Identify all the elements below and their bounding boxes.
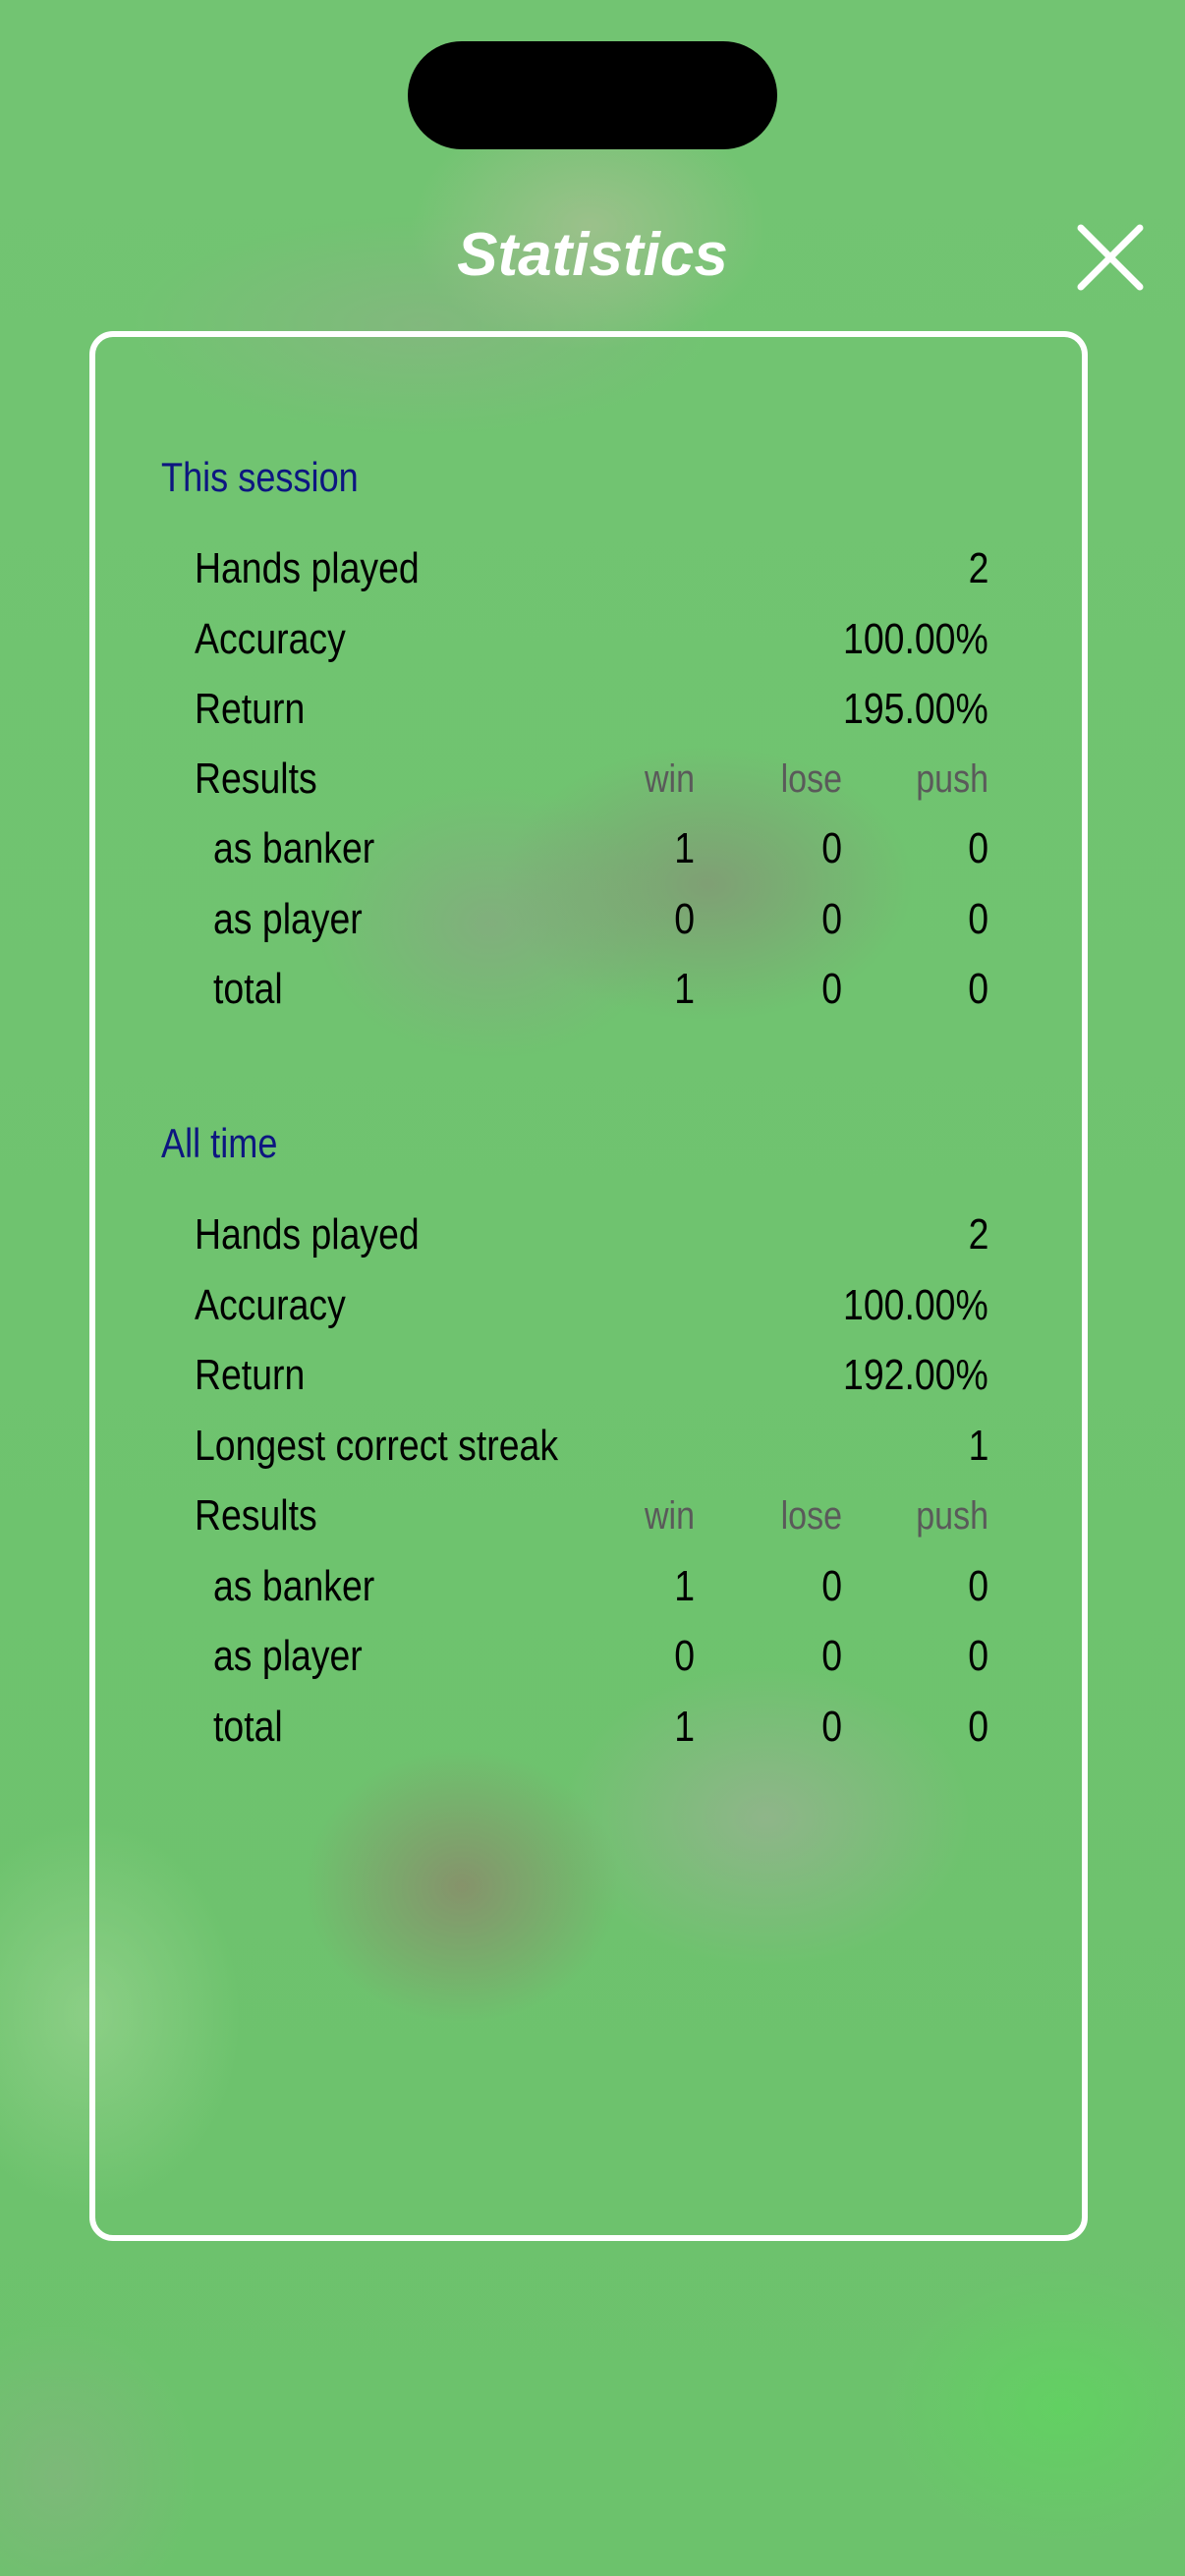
column-header-push: push (916, 757, 988, 801)
alltime-results-header: Results win lose push (0, 1486, 1185, 1545)
session-results-row-player: as player 0 0 0 (0, 890, 1185, 949)
session-row-accuracy: Accuracy 100.00% (0, 610, 1185, 669)
row-label: Accuracy (195, 615, 346, 663)
win-count: 1 (674, 1562, 695, 1610)
lose-count: 0 (821, 1703, 842, 1751)
lose-count: 0 (821, 824, 842, 872)
row-value: 100.00% (843, 1281, 988, 1329)
column-header-lose: lose (780, 1494, 842, 1538)
win-count: 0 (674, 895, 695, 943)
row-label: Accuracy (195, 1281, 346, 1329)
push-count: 0 (968, 965, 988, 1013)
section-title-all-time: All time (161, 1120, 278, 1166)
column-header-push: push (916, 1494, 988, 1538)
results-row-label: as banker (213, 824, 375, 872)
dynamic-island (408, 41, 777, 149)
row-label: Return (195, 1351, 306, 1399)
results-row-label: total (213, 965, 283, 1013)
row-label: Longest correct streak (195, 1422, 559, 1470)
row-value: 2 (968, 544, 988, 592)
alltime-row-longest-streak: Longest correct streak 1 (0, 1417, 1185, 1476)
column-header-lose: lose (780, 757, 842, 801)
push-count: 0 (968, 1632, 988, 1680)
lose-count: 0 (821, 1562, 842, 1610)
session-results-row-banker: as banker 1 0 0 (0, 819, 1185, 878)
win-count: 1 (674, 1703, 695, 1751)
lose-count: 0 (821, 965, 842, 1013)
page-title: Statistics (457, 221, 728, 289)
session-row-return: Return 195.00% (0, 680, 1185, 739)
alltime-results-row-banker: as banker 1 0 0 (0, 1557, 1185, 1616)
results-row-label: as player (213, 1632, 363, 1680)
section-title-this-session: This session (161, 454, 359, 500)
lose-count: 0 (821, 1632, 842, 1680)
push-count: 0 (968, 895, 988, 943)
alltime-row-return: Return 192.00% (0, 1346, 1185, 1405)
win-count: 0 (674, 1632, 695, 1680)
push-count: 0 (968, 1703, 988, 1751)
results-row-label: as player (213, 895, 363, 943)
push-count: 0 (968, 824, 988, 872)
results-row-label: as banker (213, 1562, 375, 1610)
push-count: 0 (968, 1562, 988, 1610)
row-label: Return (195, 685, 306, 733)
close-icon (1077, 224, 1144, 291)
row-value: 100.00% (843, 615, 988, 663)
results-label: Results (195, 1491, 317, 1540)
results-row-label: total (213, 1703, 283, 1751)
column-header-win: win (644, 1494, 695, 1538)
win-count: 1 (674, 965, 695, 1013)
row-value: 1 (968, 1422, 988, 1470)
alltime-results-row-total: total 1 0 0 (0, 1698, 1185, 1757)
row-value: 195.00% (843, 685, 988, 733)
column-header-win: win (644, 757, 695, 801)
row-label: Hands played (195, 544, 420, 592)
session-results-header: Results win lose push (0, 750, 1185, 809)
win-count: 1 (674, 824, 695, 872)
alltime-row-accuracy: Accuracy 100.00% (0, 1276, 1185, 1335)
results-label: Results (195, 755, 317, 803)
session-results-row-total: total 1 0 0 (0, 960, 1185, 1019)
alltime-results-row-player: as player 0 0 0 (0, 1627, 1185, 1686)
session-row-hands-played: Hands played 2 (0, 539, 1185, 598)
lose-count: 0 (821, 895, 842, 943)
row-value: 192.00% (843, 1351, 988, 1399)
row-value: 2 (968, 1210, 988, 1259)
close-button[interactable] (1075, 222, 1146, 293)
alltime-row-hands-played: Hands played 2 (0, 1205, 1185, 1264)
row-label: Hands played (195, 1210, 420, 1259)
